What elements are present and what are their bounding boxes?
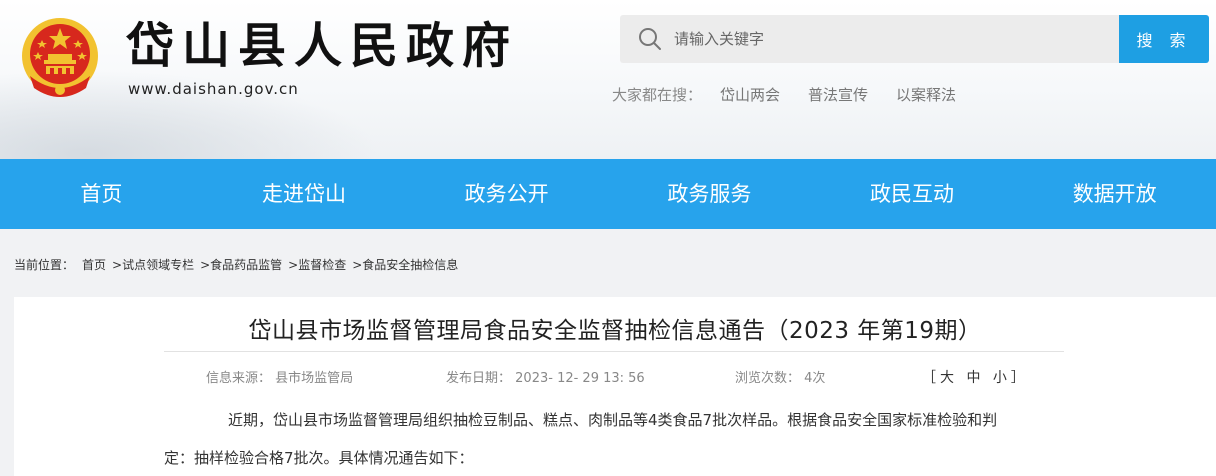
nav-item-gov-affairs[interactable]: 政务公开 xyxy=(405,159,608,229)
search-input[interactable] xyxy=(674,15,1114,63)
breadcrumb-label: 当前位置： xyxy=(14,258,75,272)
font-size-small-button[interactable]: 小 xyxy=(993,370,1011,386)
meta-views: 浏览次数： 4次 xyxy=(735,367,825,386)
nav-item-gov-services[interactable]: 政务服务 xyxy=(608,159,811,229)
hot-search-link-pufa[interactable]: 普法宣传 xyxy=(808,84,868,105)
article: 岱山县市场监督管理局食品安全监督抽检信息通告（2023 年第19期） 信息来源：… xyxy=(14,297,1216,476)
article-paragraph-line-2: 定：抽样检验合格7批次。具体情况通告如下： xyxy=(164,449,474,467)
nav-item-interaction[interactable]: 政民互动 xyxy=(811,159,1014,229)
site-header: 岱山县人民政府 www.daishan.gov.cn 搜 索 大家都在搜： 岱山… xyxy=(0,0,1216,159)
meta-date-value: 2023- 12- 29 13: 56 xyxy=(515,371,645,386)
meta-source-value: 县市场监管局 xyxy=(275,371,354,386)
breadcrumb: 当前位置： 首页 >试点领域专栏 >食品药品监管 >监督检查 >食品安全抽检信息 xyxy=(14,256,464,273)
font-size-bracket-open: ［ xyxy=(922,370,940,386)
font-size-bracket-close: ］ xyxy=(1010,370,1029,386)
font-size-switcher: ［大 中 小］ xyxy=(922,367,1029,387)
breadcrumb-item-food-drug[interactable]: >食品药品监管 xyxy=(200,256,282,273)
article-title: 岱山县市场监督管理局食品安全监督抽检信息通告（2023 年第19期） xyxy=(248,318,982,344)
main-nav: 首页 走进岱山 政务公开 政务服务 政民互动 数据开放 xyxy=(0,159,1216,229)
search-box xyxy=(620,15,1120,63)
hot-search: 大家都在搜： 岱山两会 普法宣传 以案释法 xyxy=(612,84,984,105)
breadcrumb-item-home[interactable]: 首页 xyxy=(82,256,106,273)
hot-search-label: 大家都在搜： xyxy=(612,86,703,104)
search-button[interactable]: 搜 索 xyxy=(1119,15,1209,63)
search-icon xyxy=(639,28,661,50)
site-url: www.daishan.gov.cn xyxy=(128,80,299,98)
font-size-large-button[interactable]: 大 xyxy=(940,370,958,386)
meta-date: 发布日期： 2023- 12- 29 13: 56 xyxy=(446,367,645,386)
breadcrumb-item-pilot[interactable]: >试点领域专栏 xyxy=(112,256,194,273)
breadcrumb-item-inspection[interactable]: >监督检查 xyxy=(288,256,346,273)
national-emblem-icon xyxy=(22,18,98,97)
title-divider xyxy=(164,351,1064,352)
meta-views-value: 4次 xyxy=(804,371,826,386)
hot-search-link-yianshifa[interactable]: 以案释法 xyxy=(896,84,956,105)
hot-search-link-lianghui[interactable]: 岱山两会 xyxy=(720,84,780,105)
meta-source-label: 信息来源： xyxy=(206,371,272,386)
site-title[interactable]: 岱山县人民政府 xyxy=(126,16,518,76)
article-paragraph-line-1: 近期，岱山县市场监督管理局组织抽检豆制品、糕点、肉制品等4类食品7批次样品。根据… xyxy=(228,411,998,429)
meta-source: 信息来源： 县市场监管局 xyxy=(206,367,353,386)
nav-item-home[interactable]: 首页 xyxy=(0,159,203,229)
nav-item-open-data[interactable]: 数据开放 xyxy=(1013,159,1216,229)
meta-views-label: 浏览次数： xyxy=(735,371,801,386)
breadcrumb-item-sampling[interactable]: >食品安全抽检信息 xyxy=(352,256,458,273)
nav-item-about[interactable]: 走进岱山 xyxy=(203,159,406,229)
meta-date-label: 发布日期： xyxy=(446,371,512,386)
font-size-medium-button[interactable]: 中 xyxy=(966,370,984,386)
